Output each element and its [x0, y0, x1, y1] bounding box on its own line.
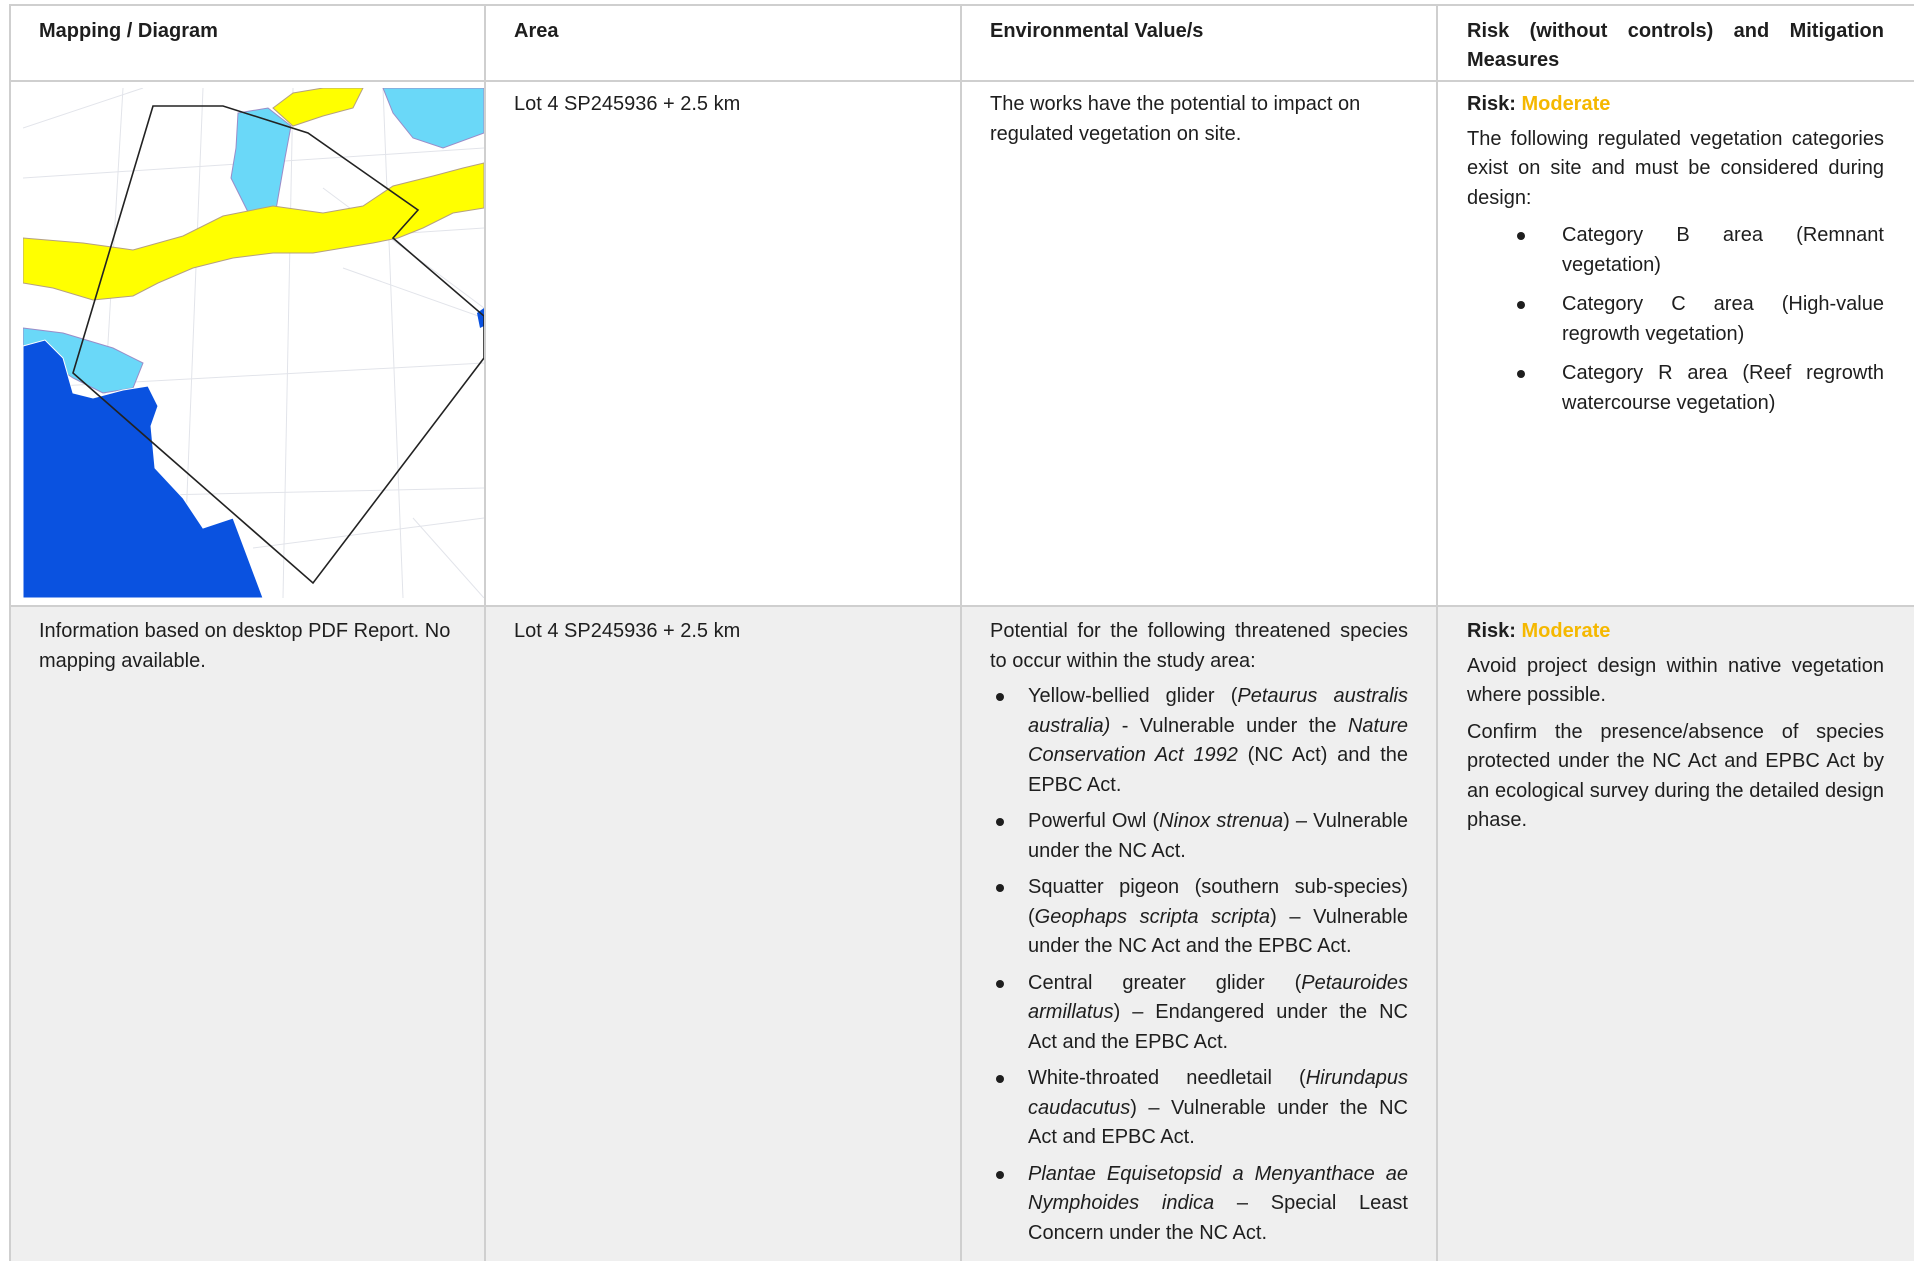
bullet-icon	[996, 979, 1004, 988]
row2-risk-cell: Risk: Moderate Avoid project design with…	[1467, 617, 1884, 836]
species-item: Central greater glider (Petauroides armi…	[996, 969, 1408, 1058]
row2-species-intro: Potential for the following threatened s…	[990, 620, 1408, 672]
row2-risk-label: Risk:	[1467, 620, 1522, 642]
row2-mitigation-1: Avoid project design within native veget…	[1467, 654, 1884, 707]
category-item: Category C area (High-value regrowth veg…	[1517, 290, 1884, 349]
bullet-icon	[1517, 301, 1525, 309]
col-divider-1	[484, 4, 486, 1261]
row2-risk-rating: Risk: Moderate	[1467, 617, 1884, 647]
row2-area: Lot 4 SP245936 + 2.5 km	[514, 620, 741, 642]
header-mapping: Mapping / Diagram	[39, 20, 218, 42]
row1-category-list: Category B area (Remnant vegetation) Cat…	[1467, 221, 1884, 418]
bullet-icon	[996, 884, 1004, 892]
category-item: Category R area (Reef regrowth watercour…	[1517, 359, 1884, 418]
species-item: White-throated needletail (Hirundapus ca…	[996, 1064, 1408, 1153]
row2-mapping-note: Information based on desktop PDF Report.…	[39, 620, 451, 672]
bullet-icon	[1517, 370, 1525, 378]
row1-environmental-value: The works have the potential to impact o…	[990, 93, 1361, 145]
bullet-icon	[1517, 232, 1525, 240]
species-item: Yellow-bellied glider (Petaurus australi…	[996, 682, 1408, 800]
risk-table: Mapping / Diagram Area Environmental Val…	[0, 0, 1914, 1261]
row2-mitigation-2: Confirm the presence/absence of species …	[1467, 720, 1884, 832]
row1-risk-cell: Risk: Moderate The following regulated v…	[1467, 90, 1884, 418]
col-divider-3	[1436, 4, 1438, 1261]
species-item: Plantae Equisetopsid a Menyanthace ae Ny…	[996, 1160, 1408, 1249]
row2-environmental-cell: Potential for the following threatened s…	[990, 617, 1408, 1248]
bullet-icon	[996, 1170, 1004, 1179]
header-risk: Risk (without controls) and Mitigation M…	[1467, 20, 1884, 71]
row2-risk-level: Moderate	[1521, 620, 1611, 642]
row1-risk-intro: The following regulated vegetation categ…	[1467, 127, 1884, 209]
header-area: Area	[514, 20, 559, 42]
category-item: Category B area (Remnant vegetation)	[1517, 221, 1884, 280]
col-border-left	[9, 4, 11, 1261]
row1-area: Lot 4 SP245936 + 2.5 km	[514, 93, 741, 115]
header-environmental: Environmental Value/s	[990, 20, 1204, 42]
row1-risk-label: Risk:	[1467, 93, 1522, 115]
col-divider-2	[960, 4, 962, 1261]
species-item: Powerful Owl (Ninox strenua) – Vulnerabl…	[996, 807, 1408, 866]
row1-risk-level: Moderate	[1521, 93, 1611, 115]
bullet-icon	[996, 693, 1004, 701]
bullet-icon	[996, 818, 1004, 826]
map-image	[23, 88, 484, 598]
row1-risk-rating: Risk: Moderate	[1467, 90, 1884, 120]
regulated-vegetation-map	[23, 88, 484, 598]
species-item: Squatter pigeon (southern sub-species) (…	[996, 873, 1408, 962]
species-list: Yellow-bellied glider (Petaurus australi…	[990, 682, 1408, 1248]
bullet-icon	[996, 1075, 1004, 1083]
